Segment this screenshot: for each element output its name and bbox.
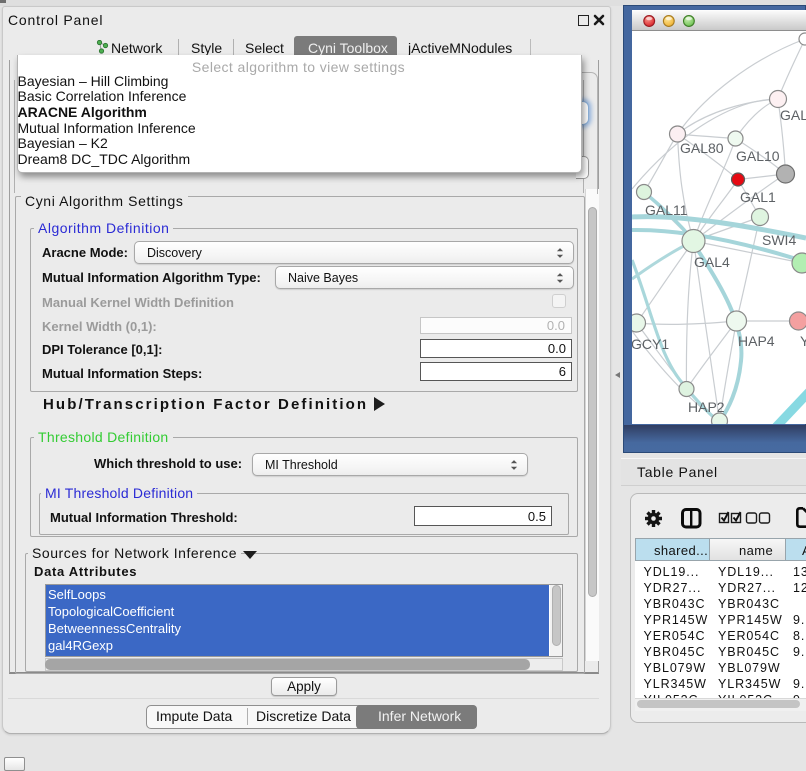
svg-text:HAP4: HAP4 bbox=[738, 333, 775, 349]
svg-text:GAL80: GAL80 bbox=[680, 140, 724, 156]
svg-text:GAL11: GAL11 bbox=[645, 202, 688, 218]
svg-text:HAP2: HAP2 bbox=[688, 399, 725, 415]
svg-text:GCY1: GCY1 bbox=[632, 336, 669, 352]
svg-text:Y: Y bbox=[800, 333, 806, 349]
svg-text:GAL1: GAL1 bbox=[740, 189, 776, 205]
svg-text:GAL4: GAL4 bbox=[694, 254, 730, 270]
svg-text:GAL2: GAL2 bbox=[780, 107, 806, 123]
svg-text:SWI4: SWI4 bbox=[762, 232, 796, 248]
svg-text:GAL10: GAL10 bbox=[736, 148, 780, 164]
